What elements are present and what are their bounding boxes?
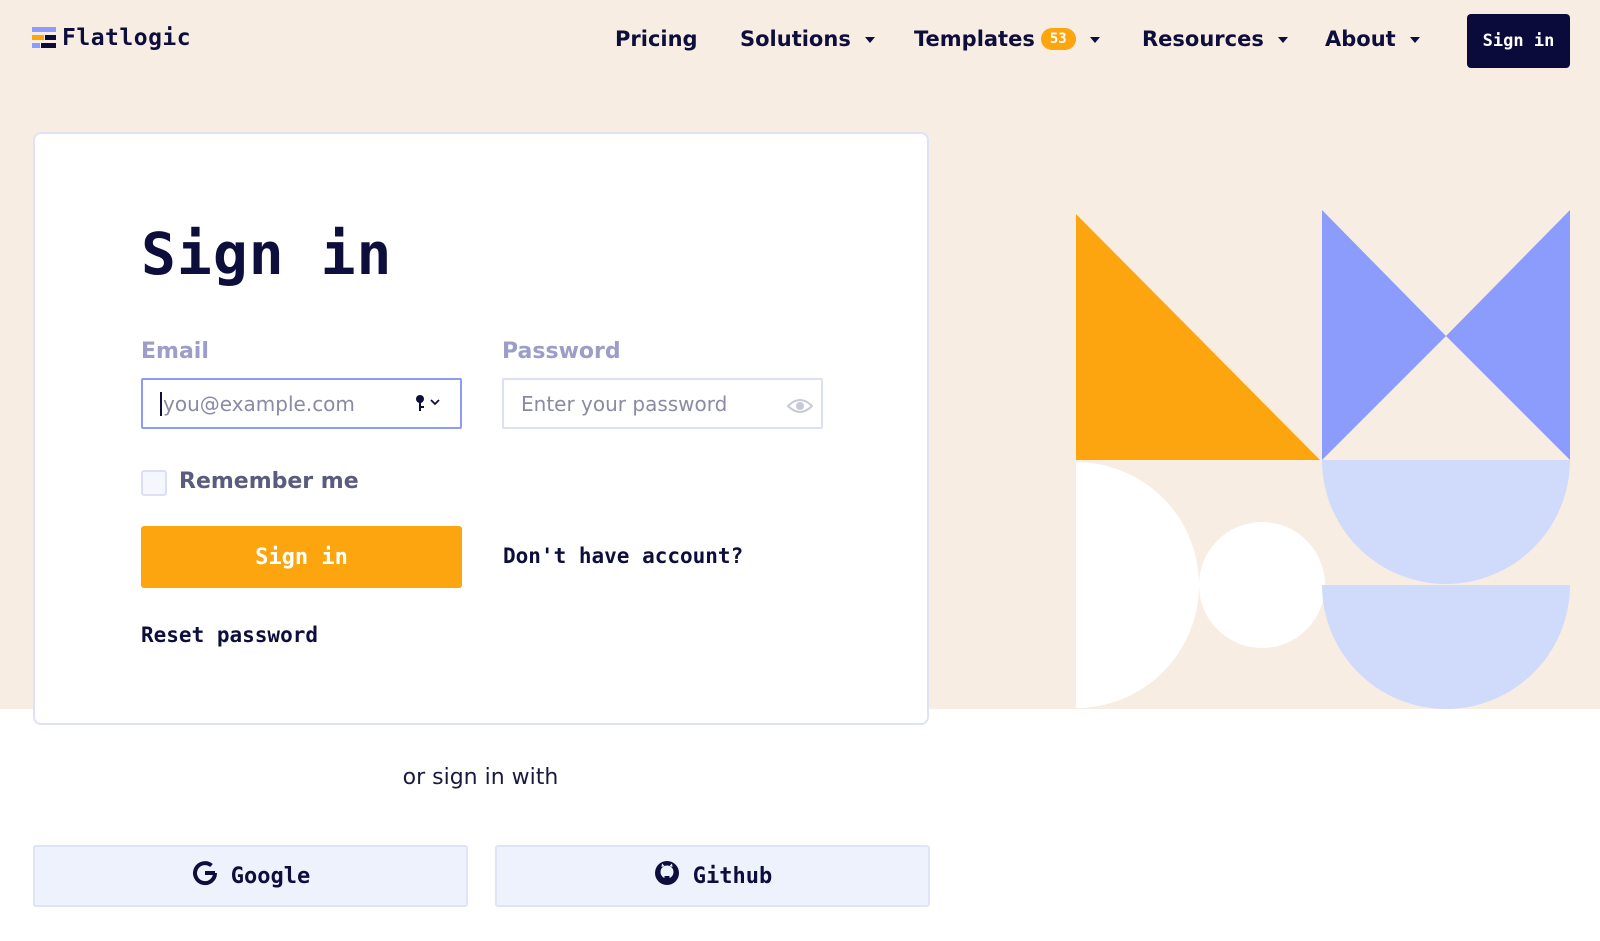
email-label: Email (141, 339, 209, 364)
email-placeholder: you@example.com (163, 391, 355, 416)
chevron-down-icon (864, 37, 875, 43)
nav-solutions-label: Solutions (740, 27, 851, 51)
nav-templates[interactable]: Templates 53 (914, 27, 1100, 51)
nav-templates-label: Templates (914, 27, 1035, 51)
chevron-down-icon (1409, 37, 1420, 43)
templates-count-badge: 53 (1040, 28, 1076, 50)
google-signin-button[interactable]: Google (33, 845, 468, 907)
github-label: Github (692, 863, 773, 889)
chevron-down-icon (1089, 37, 1100, 43)
logo-icon (32, 27, 56, 49)
nav-resources-label: Resources (1142, 27, 1264, 51)
password-placeholder: Enter your password (521, 391, 728, 416)
remember-me-checkbox[interactable] (141, 470, 167, 496)
site-header: Flatlogic Pricing Solutions Templates 53… (0, 0, 1600, 80)
chevron-down-icon (1277, 37, 1288, 43)
nav-resources[interactable]: Resources (1142, 27, 1288, 51)
text-cursor (160, 391, 162, 416)
signin-submit-button[interactable]: Sign in (141, 526, 462, 588)
email-field[interactable]: you@example.com (141, 378, 462, 429)
google-label: Google (230, 863, 311, 889)
signin-card: Sign in Email you@example.com Password E… (33, 132, 929, 725)
nav-pricing-label: Pricing (615, 27, 698, 51)
nav-pricing[interactable]: Pricing (615, 27, 698, 51)
key-icon[interactable] (415, 394, 451, 419)
nav-solutions[interactable]: Solutions (740, 27, 875, 51)
password-field[interactable]: Enter your password (502, 378, 823, 429)
github-signin-button[interactable]: Github (495, 845, 930, 907)
social-divider-text: or sign in with (402, 765, 559, 790)
logo-text: Flatlogic (62, 25, 192, 51)
password-label: Password (502, 339, 621, 364)
remember-me-label: Remember me (179, 469, 359, 494)
header-signin-button[interactable]: Sign in (1467, 14, 1570, 68)
decorative-geometric-illustration (1076, 210, 1570, 709)
signup-link[interactable]: Don't have account? (503, 544, 743, 568)
logo[interactable]: Flatlogic (32, 22, 191, 54)
nav-about[interactable]: About (1325, 27, 1420, 51)
google-icon (191, 859, 219, 893)
nav-about-label: About (1325, 27, 1396, 51)
reset-password-link[interactable]: Reset password (141, 623, 318, 647)
page-title: Sign in (141, 220, 393, 288)
github-icon (653, 859, 681, 893)
eye-icon[interactable] (786, 396, 814, 420)
